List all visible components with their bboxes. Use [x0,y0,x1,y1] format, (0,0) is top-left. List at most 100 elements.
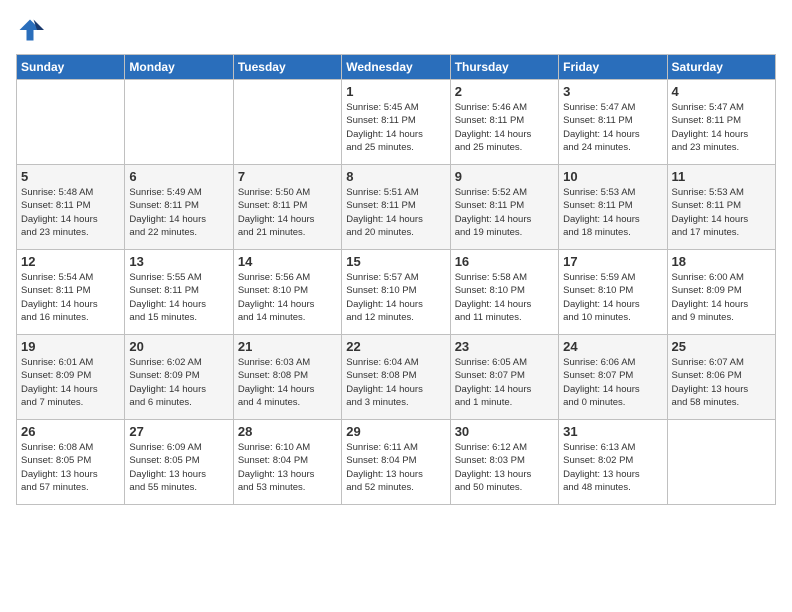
day-info: Sunrise: 6:02 AMSunset: 8:09 PMDaylight:… [129,356,228,409]
column-header-thursday: Thursday [450,55,558,80]
day-info: Sunrise: 5:50 AMSunset: 8:11 PMDaylight:… [238,186,337,239]
day-number: 29 [346,424,445,439]
calendar-cell: 2Sunrise: 5:46 AMSunset: 8:11 PMDaylight… [450,80,558,165]
header [16,16,776,44]
calendar-cell: 19 Sunrise: 6:01 AMSunset: 8:09 PMDayligh… [17,335,125,420]
calendar-cell: 1 Sunrise: 5:45 AMSunset: 8:11 PMDaylight… [342,80,450,165]
day-number: 9 [455,169,554,184]
day-info: Sunrise: 5:48 AMSunset: 8:11 PMDaylight:… [21,186,120,239]
day-info: Sunrise: 6:12 AMSunset: 8:03 PMDaylight:… [455,441,554,494]
calendar-week-2: 5 Sunrise: 5:48 AMSunset: 8:11 PMDaylight… [17,165,776,250]
calendar-week-1: 1 Sunrise: 5:45 AMSunset: 8:11 PMDaylight… [17,80,776,165]
day-info: Sunrise: 5:51 AMSunset: 8:11 PMDaylight:… [346,186,445,239]
calendar-cell: 24Sunrise: 6:06 AMSunset: 8:07 PMDayligh… [559,335,667,420]
calendar-cell: 14 Sunrise: 5:56 AMSunset: 8:10 PMDayligh… [233,250,341,335]
calendar-cell: 6 Sunrise: 5:49 AMSunset: 8:11 PMDaylight… [125,165,233,250]
day-number: 26 [21,424,120,439]
column-header-saturday: Saturday [667,55,775,80]
day-number: 27 [129,424,228,439]
calendar-cell [667,420,775,505]
day-info: Sunrise: 6:04 AMSunset: 8:08 PMDaylight:… [346,356,445,409]
day-info: Sunrise: 6:01 AMSunset: 8:09 PMDaylight:… [21,356,120,409]
day-number: 25 [672,339,771,354]
day-number: 21 [238,339,337,354]
calendar-cell: 10Sunrise: 5:53 AMSunset: 8:11 PMDayligh… [559,165,667,250]
day-info: Sunrise: 6:10 AMSunset: 8:04 PMDaylight:… [238,441,337,494]
calendar-cell: 13Sunrise: 5:55 AMSunset: 8:11 PMDayligh… [125,250,233,335]
day-number: 7 [238,169,337,184]
day-number: 8 [346,169,445,184]
main-container: SundayMondayTuesdayWednesdayThursdayFrid… [0,0,792,515]
calendar-cell: 12Sunrise: 5:54 AMSunset: 8:11 PMDayligh… [17,250,125,335]
column-header-friday: Friday [559,55,667,80]
calendar-cell: 9 Sunrise: 5:52 AMSunset: 8:11 PMDaylight… [450,165,558,250]
logo-icon [16,16,44,44]
calendar-week-5: 26 Sunrise: 6:08 AMSunset: 8:05 PMDayligh… [17,420,776,505]
calendar-cell: 30 Sunrise: 6:12 AMSunset: 8:03 PMDayligh… [450,420,558,505]
day-info: Sunrise: 5:47 AMSunset: 8:11 PMDaylight:… [563,101,662,154]
day-info: Sunrise: 5:47 AMSunset: 8:11 PMDaylight:… [672,101,771,154]
calendar-cell: 27 Sunrise: 6:09 AMSunset: 8:05 PMDayligh… [125,420,233,505]
calendar-cell: 3 Sunrise: 5:47 AMSunset: 8:11 PMDaylight… [559,80,667,165]
calendar-cell [17,80,125,165]
day-info: Sunrise: 6:09 AMSunset: 8:05 PMDaylight:… [129,441,228,494]
day-number: 14 [238,254,337,269]
day-number: 16 [455,254,554,269]
column-header-wednesday: Wednesday [342,55,450,80]
calendar-cell: 11Sunrise: 5:53 AMSunset: 8:11 PMDayligh… [667,165,775,250]
day-info: Sunrise: 5:58 AMSunset: 8:10 PMDaylight:… [455,271,554,324]
day-number: 4 [672,84,771,99]
day-info: Sunrise: 6:11 AMSunset: 8:04 PMDaylight:… [346,441,445,494]
day-info: Sunrise: 5:57 AMSunset: 8:10 PMDaylight:… [346,271,445,324]
day-info: Sunrise: 6:06 AMSunset: 8:07 PMDaylight:… [563,356,662,409]
day-number: 20 [129,339,228,354]
day-number: 13 [129,254,228,269]
day-number: 19 [21,339,120,354]
day-number: 3 [563,84,662,99]
day-number: 15 [346,254,445,269]
column-header-monday: Monday [125,55,233,80]
day-number: 1 [346,84,445,99]
calendar-cell: 5 Sunrise: 5:48 AMSunset: 8:11 PMDaylight… [17,165,125,250]
day-info: Sunrise: 6:07 AMSunset: 8:06 PMDaylight:… [672,356,771,409]
calendar-cell: 23 Sunrise: 6:05 AMSunset: 8:07 PMDayligh… [450,335,558,420]
calendar-cell [125,80,233,165]
calendar-cell: 17Sunrise: 5:59 AMSunset: 8:10 PMDayligh… [559,250,667,335]
calendar-cell: 4 Sunrise: 5:47 AMSunset: 8:11 PMDaylight… [667,80,775,165]
calendar-cell: 26 Sunrise: 6:08 AMSunset: 8:05 PMDayligh… [17,420,125,505]
day-number: 30 [455,424,554,439]
calendar-cell: 16 Sunrise: 5:58 AMSunset: 8:10 PMDayligh… [450,250,558,335]
day-info: Sunrise: 5:46 AMSunset: 8:11 PMDaylight:… [455,101,554,154]
day-number: 28 [238,424,337,439]
calendar-cell: 20 Sunrise: 6:02 AMSunset: 8:09 PMDayligh… [125,335,233,420]
day-info: Sunrise: 5:53 AMSunset: 8:11 PMDaylight:… [563,186,662,239]
calendar-body: 1 Sunrise: 5:45 AMSunset: 8:11 PMDaylight… [17,80,776,505]
day-info: Sunrise: 5:54 AMSunset: 8:11 PMDaylight:… [21,271,120,324]
day-number: 17 [563,254,662,269]
calendar-cell: 29 Sunrise: 6:11 AMSunset: 8:04 PMDayligh… [342,420,450,505]
day-number: 6 [129,169,228,184]
day-number: 31 [563,424,662,439]
column-header-sunday: Sunday [17,55,125,80]
day-info: Sunrise: 6:13 AMSunset: 8:02 PMDaylight:… [563,441,662,494]
day-info: Sunrise: 6:00 AMSunset: 8:09 PMDaylight:… [672,271,771,324]
calendar-cell: 7 Sunrise: 5:50 AMSunset: 8:11 PMDaylight… [233,165,341,250]
day-number: 18 [672,254,771,269]
calendar-cell: 8 Sunrise: 5:51 AMSunset: 8:11 PMDaylight… [342,165,450,250]
day-number: 23 [455,339,554,354]
day-info: Sunrise: 6:05 AMSunset: 8:07 PMDaylight:… [455,356,554,409]
logo [16,16,48,44]
calendar-week-4: 19 Sunrise: 6:01 AMSunset: 8:09 PMDayligh… [17,335,776,420]
calendar-cell: 15 Sunrise: 5:57 AMSunset: 8:10 PMDayligh… [342,250,450,335]
calendar-cell: 18 Sunrise: 6:00 AMSunset: 8:09 PMDayligh… [667,250,775,335]
day-info: Sunrise: 5:53 AMSunset: 8:11 PMDaylight:… [672,186,771,239]
day-number: 5 [21,169,120,184]
day-info: Sunrise: 5:45 AMSunset: 8:11 PMDaylight:… [346,101,445,154]
calendar-cell: 28 Sunrise: 6:10 AMSunset: 8:04 PMDayligh… [233,420,341,505]
calendar-cell: 22Sunrise: 6:04 AMSunset: 8:08 PMDayligh… [342,335,450,420]
day-info: Sunrise: 5:52 AMSunset: 8:11 PMDaylight:… [455,186,554,239]
day-info: Sunrise: 5:49 AMSunset: 8:11 PMDaylight:… [129,186,228,239]
day-info: Sunrise: 5:56 AMSunset: 8:10 PMDaylight:… [238,271,337,324]
day-info: Sunrise: 6:08 AMSunset: 8:05 PMDaylight:… [21,441,120,494]
calendar-cell: 31 Sunrise: 6:13 AMSunset: 8:02 PMDayligh… [559,420,667,505]
